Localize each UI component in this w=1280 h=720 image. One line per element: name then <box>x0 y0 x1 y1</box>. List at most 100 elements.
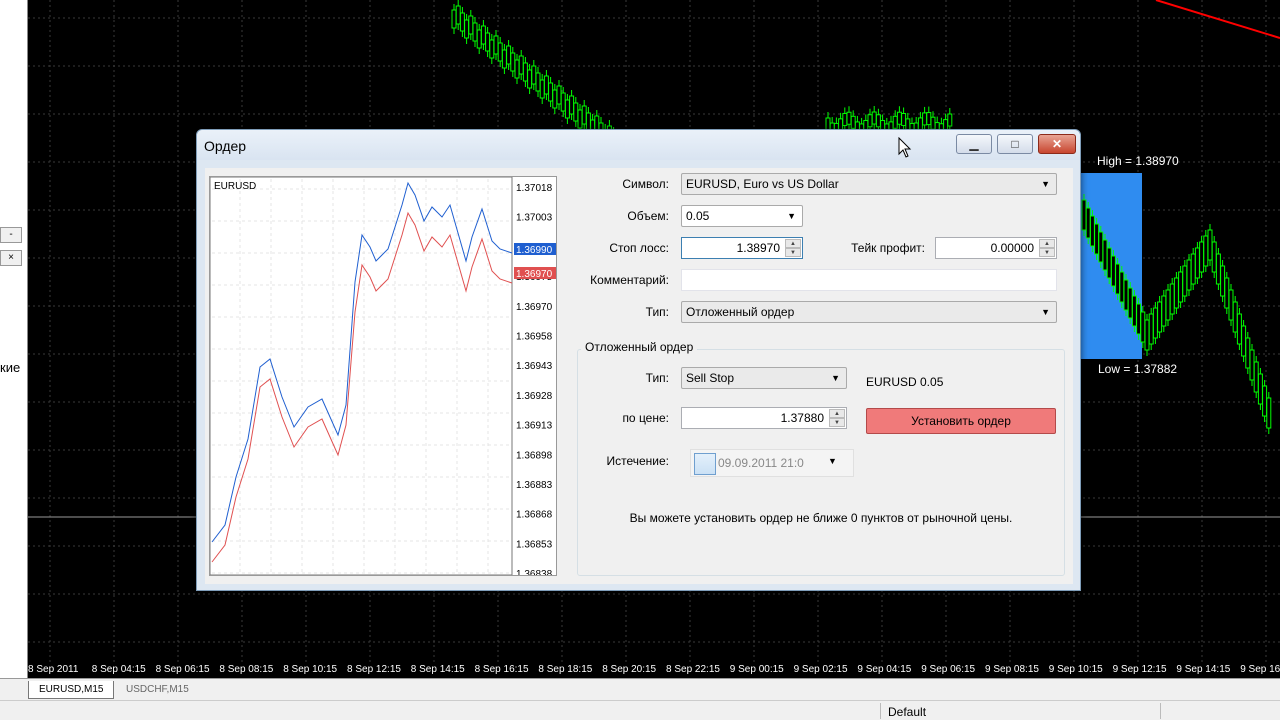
spin-down-icon[interactable]: ▼ <box>785 248 801 257</box>
price-axis-label: 1.36928 <box>516 391 553 402</box>
price-axis-label: 1.36838 <box>516 569 553 575</box>
status-bar: Default <box>0 700 1280 720</box>
chevron-down-icon[interactable]: ▼ <box>828 456 837 466</box>
expiry-label: Истечение: <box>606 454 669 468</box>
order-type-value: Отложенный ордер <box>686 305 795 319</box>
chart-tab-usdchf[interactable]: USDCHF,M15 <box>116 681 199 699</box>
candle-body <box>510 52 516 72</box>
expiry-checkbox[interactable] <box>694 453 716 475</box>
candle-body <box>514 59 520 79</box>
candle-body <box>1245 337 1251 369</box>
candle-body <box>573 102 579 122</box>
dialog-titlebar[interactable]: Ордер ▁ □ ✕ <box>197 130 1080 160</box>
candle-body <box>1102 239 1108 271</box>
candle-body <box>1144 319 1150 351</box>
navigator-panel-edge: - × кие <box>0 0 28 678</box>
candle-body <box>476 29 482 49</box>
candle-body <box>539 79 545 99</box>
time-axis-label: 8 Sep 22:15 <box>666 664 720 675</box>
symbol-select[interactable]: EURUSD, Euro vs US Dollar ▼ <box>681 173 1057 195</box>
candle-body <box>892 115 898 129</box>
maximize-button[interactable]: □ <box>997 134 1033 154</box>
mouse-cursor-icon <box>898 137 912 158</box>
candle-body <box>497 42 503 62</box>
candle-body <box>1089 215 1095 247</box>
spin-up-icon[interactable]: ▲ <box>1039 239 1055 248</box>
time-axis-label: 8 Sep 16:15 <box>474 664 529 675</box>
price-axis-label: 1.36898 <box>516 450 553 461</box>
time-axis-label: 8 Sep 06:15 <box>155 664 210 675</box>
order-dialog: Ордер ▁ □ ✕ EURUSD 1.37018 1.37003 1.36990 1… <box>196 129 1081 591</box>
candle-body <box>1094 223 1100 255</box>
spin-up-icon[interactable]: ▲ <box>829 409 845 418</box>
panel-close-button[interactable]: × <box>0 250 22 266</box>
spin-down-icon[interactable]: ▼ <box>829 418 845 427</box>
candle-body <box>1266 397 1272 429</box>
price-spinner[interactable]: ▲ ▼ <box>829 409 845 427</box>
candle-body <box>1249 349 1255 381</box>
place-order-button[interactable]: Установить ордер <box>866 408 1056 434</box>
expiry-value: 09.09.2011 21:0 <box>718 456 804 470</box>
candle-body <box>472 22 478 42</box>
pending-order-group-title: Отложенный ордер <box>581 340 698 354</box>
candle-body <box>901 112 907 126</box>
expiry-picker[interactable]: 09.09.2011 21:0 ▼ <box>690 449 854 477</box>
candle-body <box>1215 253 1221 285</box>
candle-body <box>926 112 932 126</box>
candle-body <box>569 95 575 115</box>
candle-body <box>1207 229 1213 261</box>
candle-body <box>1241 325 1247 357</box>
candle-body <box>1131 295 1137 327</box>
time-axis-label: 9 Sep 12:15 <box>1112 664 1167 675</box>
stop-loss-spinner[interactable]: ▲ ▼ <box>785 239 801 257</box>
candle-body <box>922 112 928 126</box>
time-axis-label: 9 Sep 16:15 <box>1240 664 1280 675</box>
take-profit-field[interactable]: 0.00000 ▲ ▼ <box>935 237 1057 259</box>
price-axis-label: 1.36853 <box>516 539 553 550</box>
time-axis-label: 9 Sep 08:15 <box>985 664 1039 675</box>
candle-body <box>930 116 936 130</box>
take-profit-spinner[interactable]: ▲ ▼ <box>1039 239 1055 257</box>
candle-body <box>1178 271 1184 303</box>
order-type-select[interactable]: Отложенный ордер ▼ <box>681 301 1057 323</box>
candle-body <box>556 85 562 105</box>
candle-body <box>1228 289 1234 321</box>
chevron-down-icon: ▼ <box>787 211 796 221</box>
candle-body <box>1152 307 1158 339</box>
panel-cut-text: кие <box>0 360 21 375</box>
candle-body <box>464 19 470 39</box>
candle-body <box>581 105 587 125</box>
tick-chart-symbol: EURUSD <box>214 181 256 192</box>
candle-body <box>1190 253 1196 285</box>
candle-body <box>535 72 541 92</box>
spin-down-icon[interactable]: ▼ <box>1039 248 1055 257</box>
candle-body <box>455 5 461 25</box>
time-axis-label: 8 Sep 10:15 <box>283 664 338 675</box>
time-axis-label: 8 Sep 08:15 <box>219 664 274 675</box>
spin-up-icon[interactable]: ▲ <box>785 239 801 248</box>
panel-collapse-button[interactable]: - <box>0 227 22 243</box>
pending-type-value: Sell Stop <box>686 371 735 385</box>
comment-input[interactable] <box>681 269 1057 291</box>
candle-body <box>1211 241 1217 273</box>
price-axis-label: 1.36913 <box>516 421 553 432</box>
stop-loss-field[interactable]: 1.38970 ▲ ▼ <box>681 237 803 259</box>
candle-body <box>1085 207 1091 239</box>
price-axis-label: 1.36868 <box>516 510 553 521</box>
stop-loss-value: 1.38970 <box>736 241 780 255</box>
candle-body <box>493 35 499 55</box>
volume-select[interactable]: 0.05 ▼ <box>681 205 803 227</box>
time-axis-label: 8 Sep 18:15 <box>538 664 593 675</box>
candle-body <box>1262 385 1268 417</box>
price-value: 1.37880 <box>780 411 824 425</box>
close-button[interactable]: ✕ <box>1038 134 1076 154</box>
price-axis-label: 1.37018 <box>516 183 553 194</box>
minimize-button[interactable]: ▁ <box>956 134 992 154</box>
status-separator <box>880 703 881 719</box>
price-field[interactable]: 1.37880 ▲ ▼ <box>681 407 847 429</box>
tick-chart: EURUSD1.370181.370031.369901.369751.3697… <box>209 176 557 576</box>
pending-type-select[interactable]: Sell Stop ▼ <box>681 367 847 389</box>
time-axis-label: 8 Sep 14:15 <box>410 664 465 675</box>
chevron-down-icon: ▼ <box>1041 179 1050 189</box>
chart-tab-eurusd[interactable]: EURUSD,M15 <box>28 681 115 699</box>
